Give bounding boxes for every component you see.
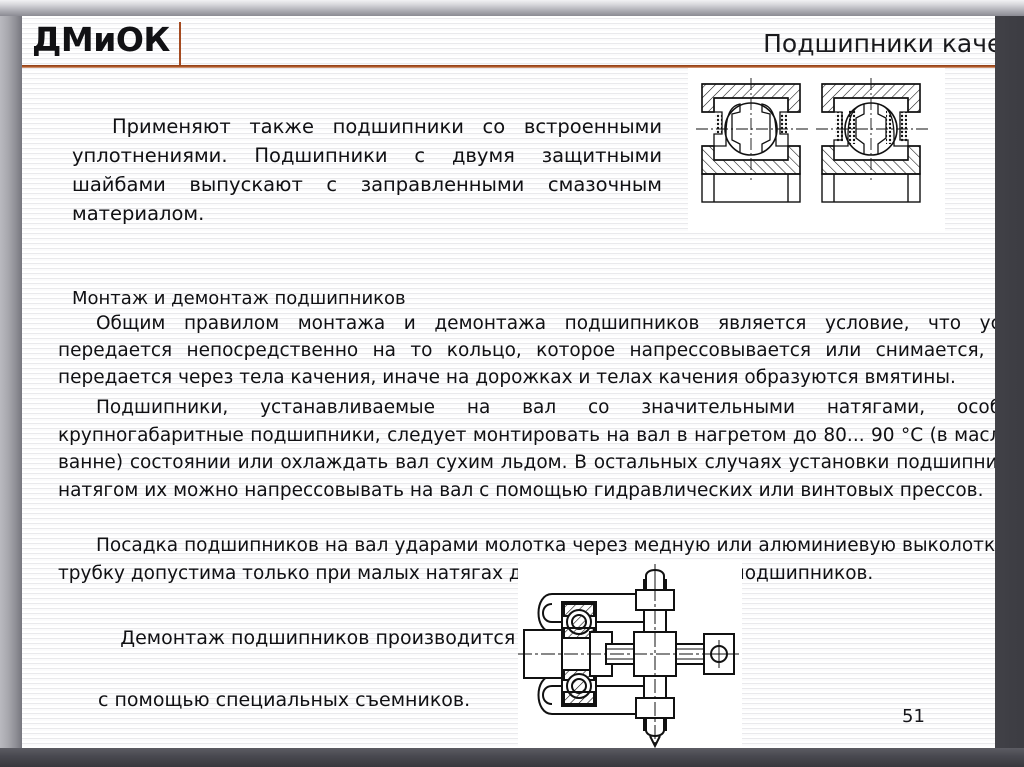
bearing-cross-section-drawing [696, 78, 928, 203]
page-number: 51 [902, 706, 925, 727]
paragraph-dismounting: Демонтаж подшипников производится с помо… [84, 592, 554, 748]
bearing-puller-figure [518, 560, 742, 748]
viewer-bottom-frame [0, 748, 1024, 767]
paragraph-dismounting-line1: Демонтаж подшипников производится [120, 627, 516, 649]
paragraph-mounting-rule: Общим правилом монтажа и демонтажа подши… [58, 313, 995, 388]
slide-header: ДМиОК Подшипники качени [22, 16, 995, 68]
viewer-top-frame [0, 0, 1024, 16]
paragraph-heated-mounting: Подшипники, устанавливаемые на вал со зн… [58, 397, 995, 501]
header-divider [179, 22, 181, 65]
course-brand-label: ДМиОК [32, 20, 170, 59]
section-subheading: Монтаж и демонтаж подшипников [72, 288, 406, 309]
paragraph-dismounting-line2: с помощью специальных съемников. [98, 689, 471, 711]
bearing-puller-drawing [518, 564, 742, 748]
slide-viewer: ДМиОК Подшипники качени Применяют также … [0, 0, 1024, 767]
sealed-ball-bearing-cross-sections-figure [688, 68, 945, 231]
paragraph-sealed-bearings: Применяют также подшипники со встроенным… [72, 115, 669, 225]
slide-page: ДМиОК Подшипники качени Применяют также … [22, 16, 995, 748]
page-title: Подшипники качени [763, 29, 995, 58]
